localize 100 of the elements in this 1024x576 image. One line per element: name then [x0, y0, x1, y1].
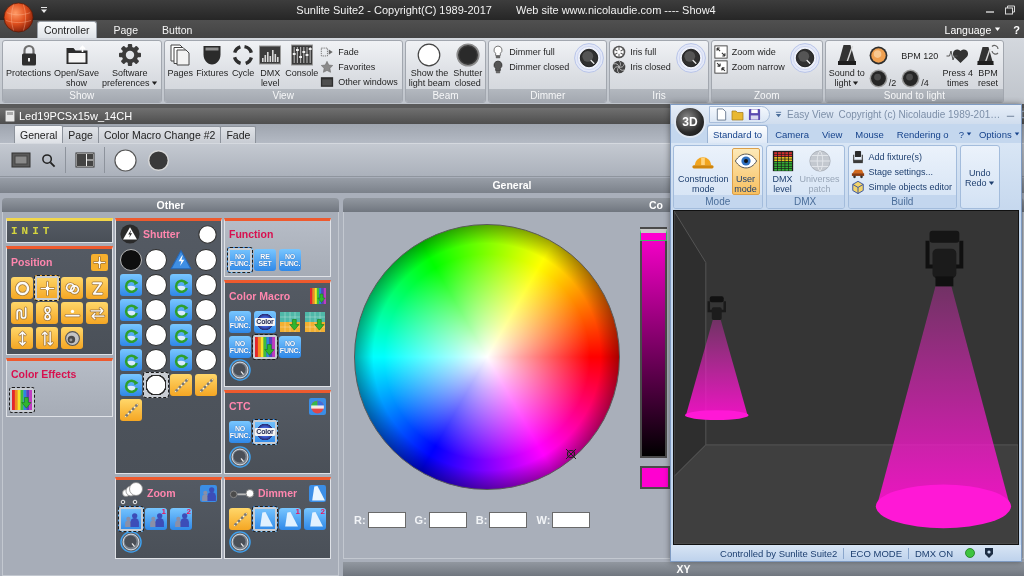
preset-button[interactable]: [34, 275, 60, 301]
field-label: R:: [354, 514, 366, 526]
language-menu[interactable]: Language: [944, 21, 1002, 38]
ribbon-button[interactable]: DMX level: [257, 43, 284, 88]
ribbon-button[interactable]: Fade: [320, 44, 400, 59]
tempo-divide-button[interactable]: /4: [901, 69, 939, 88]
knob-icon[interactable]: [229, 446, 251, 468]
preset-button[interactable]: [252, 334, 278, 360]
input-field[interactable]: [367, 512, 406, 528]
ribbon-button[interactable]: Show the light beam: [407, 43, 452, 88]
preset-button[interactable]: [143, 372, 169, 398]
ribbon-button[interactable]: Other windows: [320, 74, 400, 89]
ribbon-button[interactable]: Open/Save show: [53, 43, 101, 88]
ribbon-button[interactable]: Cycle: [230, 43, 257, 78]
disc-icon[interactable]: [114, 148, 137, 172]
layout-icon[interactable]: [75, 152, 95, 168]
ribbon-button[interactable]: Pages: [166, 43, 195, 78]
ribbon-button[interactable]: Zoom wide: [713, 44, 787, 59]
caret-icon: [150, 81, 158, 86]
ribbon-button[interactable]: Iris full: [612, 44, 673, 59]
tab[interactable]: Camera: [769, 125, 815, 143]
monitor-icon[interactable]: [11, 152, 31, 168]
preset-button[interactable]: [145, 349, 167, 371]
menu-button[interactable]: Options: [975, 125, 1023, 143]
knob-icon[interactable]: [229, 359, 251, 381]
ribbon-button[interactable]: Zoom narrow: [713, 59, 787, 74]
ribbon-button[interactable]: Shutter closed: [452, 43, 484, 88]
preset-button[interactable]: [195, 274, 217, 296]
ribbon-tab[interactable]: Button: [155, 21, 200, 38]
preset-button[interactable]: [195, 324, 217, 346]
input-field[interactable]: [552, 512, 591, 528]
input-field[interactable]: [489, 512, 528, 528]
restore-icon[interactable]: [1004, 4, 1016, 16]
ribbon-button[interactable]: Protections: [5, 43, 53, 78]
dotted-line-icon: [122, 401, 140, 419]
document-icon[interactable]: [715, 108, 728, 121]
dropdown-icon[interactable]: [40, 6, 48, 14]
iris-icon: [612, 44, 627, 59]
tab[interactable]: General: [14, 125, 64, 143]
knob-icon[interactable]: [120, 531, 142, 553]
tab[interactable]: Mouse: [849, 125, 890, 143]
preset-button[interactable]: [120, 249, 142, 271]
ribbon-button[interactable]: Press 4 times: [941, 43, 974, 88]
ribbon-button[interactable]: User mode: [731, 148, 760, 195]
spotlight-stack-icon: [120, 481, 144, 505]
tab[interactable]: Color Macro Change #2: [97, 126, 222, 143]
mixer-icon: [289, 43, 314, 67]
preset-button[interactable]: [145, 249, 167, 271]
knob-icon[interactable]: [789, 43, 820, 73]
ribbon-tab[interactable]: Controller: [37, 21, 97, 38]
ribbon-button[interactable]: Iris closed: [612, 59, 673, 74]
slider-thumb[interactable]: [640, 229, 667, 241]
tab[interactable]: Rendering o: [890, 125, 955, 143]
preset-button[interactable]: [145, 299, 167, 321]
preset-button[interactable]: [195, 299, 217, 321]
ribbon-button[interactable]: Sound to light: [827, 43, 866, 88]
beat-light-icon[interactable]: [868, 46, 888, 65]
ribbon-button[interactable]: Dimmer closed: [491, 59, 572, 74]
round-button-icon: [901, 69, 921, 88]
tab[interactable]: Fade: [220, 126, 257, 143]
menu-button[interactable]: ?: [955, 125, 975, 143]
preset-button[interactable]: [145, 274, 167, 296]
ribbon-button[interactable]: Add fixture(s): [850, 149, 955, 164]
ribbon-button[interactable]: Console: [284, 43, 320, 78]
preset-button[interactable]: [145, 324, 167, 346]
tempo-divide-button[interactable]: /2: [868, 69, 897, 88]
ribbon-button[interactable]: Software preferences: [101, 43, 159, 88]
circular-arrow-icon: [172, 351, 190, 369]
input-field[interactable]: [428, 512, 467, 528]
tab[interactable]: View: [815, 125, 849, 143]
ribbon-button[interactable]: Dimmer full: [491, 44, 572, 59]
preset-button[interactable]: [195, 349, 217, 371]
ribbon-button[interactable]: Favorites: [320, 59, 400, 74]
disc-icon: [417, 43, 442, 67]
preset-button[interactable]: [195, 249, 217, 271]
preset-button[interactable]: [61, 327, 83, 349]
preset-button[interactable]: [118, 506, 144, 532]
knob-icon[interactable]: [229, 531, 251, 553]
search-icon[interactable]: [41, 152, 56, 168]
app-logo[interactable]: 3D: [674, 106, 706, 138]
preset-button[interactable]: [252, 506, 278, 532]
save-icon[interactable]: [748, 108, 761, 121]
tab[interactable]: Standard to: [707, 125, 769, 143]
ribbon-tab[interactable]: Page: [106, 21, 146, 38]
window-title: Easy View: [787, 109, 834, 120]
panel-title: Shutter: [143, 228, 180, 240]
tab[interactable]: Page: [62, 126, 99, 143]
ribbon-button[interactable]: BPM reset: [974, 43, 1001, 88]
disc-icon[interactable]: [147, 148, 170, 172]
ball-icon[interactable]: [3, 2, 34, 33]
help-button[interactable]: ?: [1011, 21, 1022, 38]
status-text: ECO MODE: [843, 547, 908, 559]
ribbon-button[interactable]: Simple objects editor: [850, 179, 955, 194]
ribbon-button[interactable]: Fixtures: [195, 43, 230, 78]
knob-icon[interactable]: [574, 43, 605, 73]
preset-button[interactable]: [9, 387, 35, 413]
brightness-slider[interactable]: [640, 227, 667, 458]
shrink-icon: [713, 59, 728, 74]
knob-icon[interactable]: [675, 43, 706, 73]
ribbon-button[interactable]: Stage settings...: [850, 164, 955, 179]
